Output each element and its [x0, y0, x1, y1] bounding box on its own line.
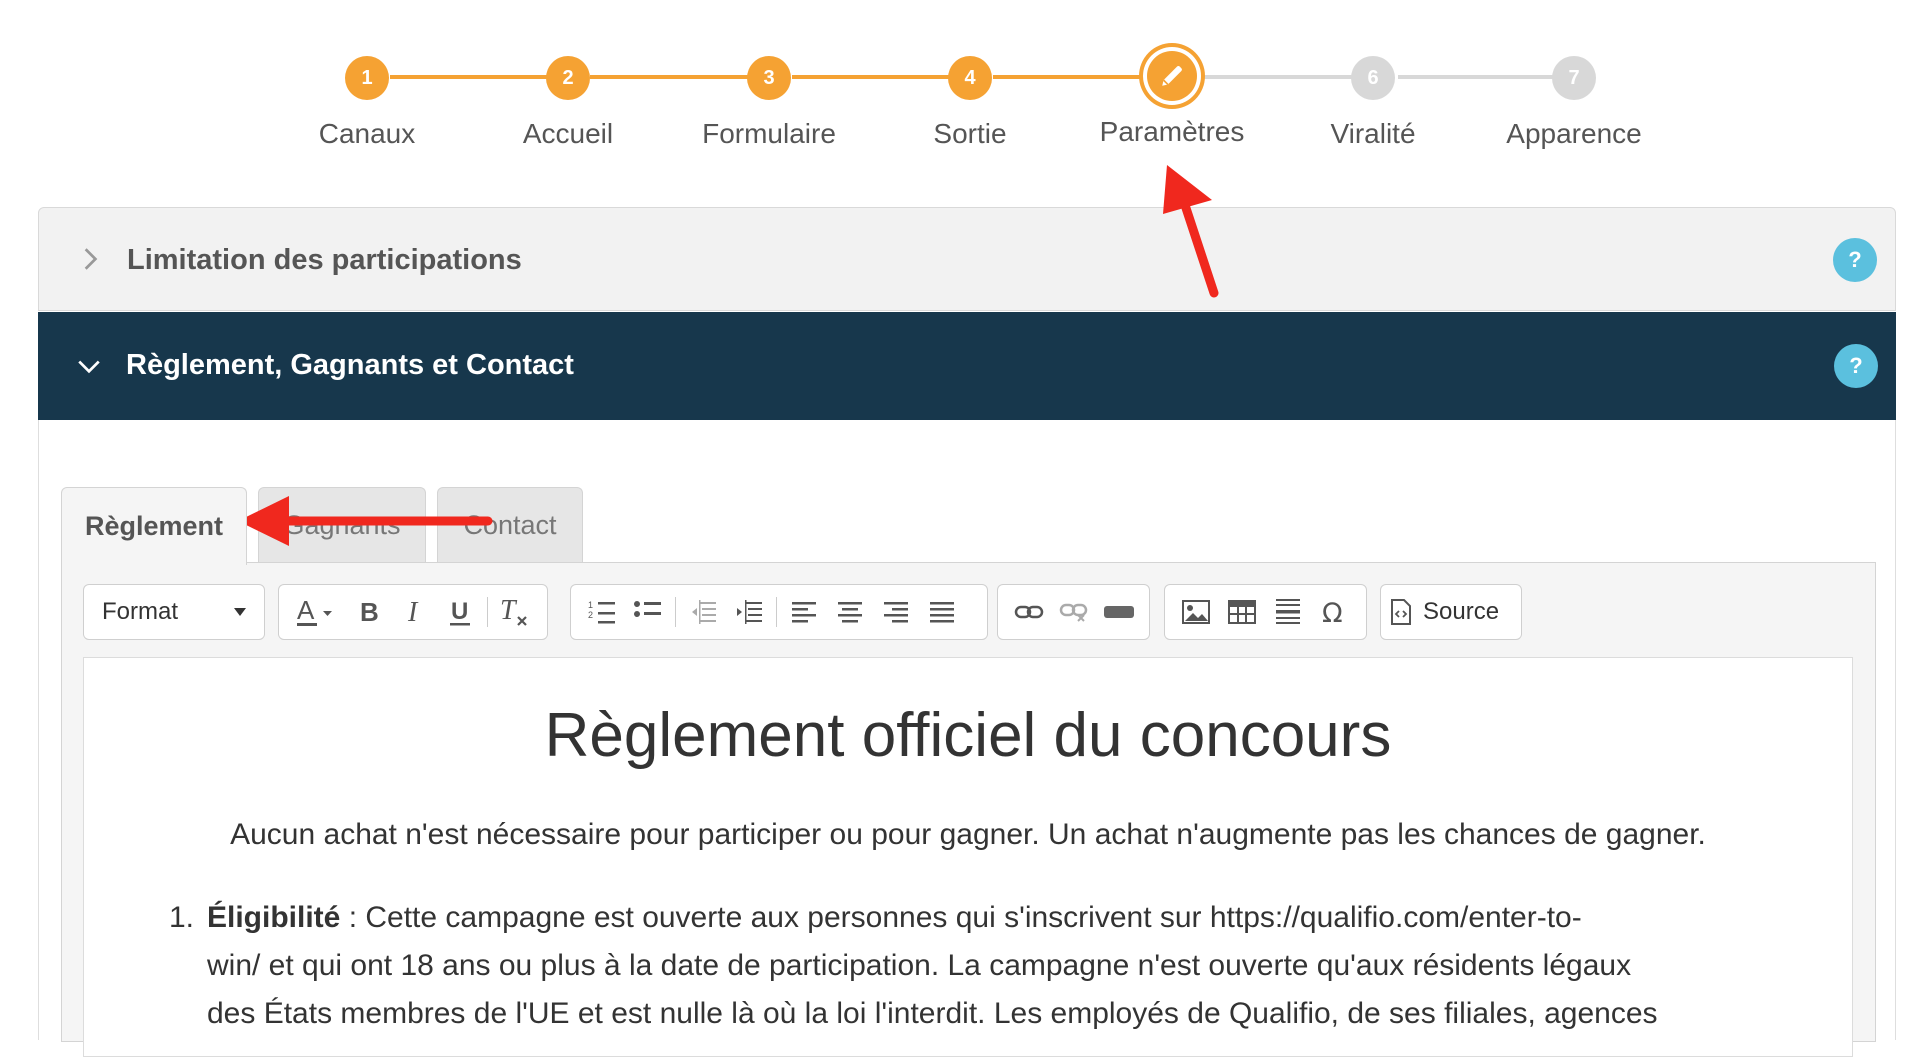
paragraph-toolbar: 12: [570, 584, 988, 640]
outdent-icon[interactable]: [680, 590, 726, 634]
unlink-icon[interactable]: [1051, 590, 1096, 634]
caret-down-icon: [234, 608, 246, 616]
step-label: Apparence: [1506, 118, 1642, 149]
numbered-list-icon[interactable]: 12: [579, 590, 625, 634]
chevron-right-icon: [84, 248, 98, 270]
list-text-line: : Cette campagne est ouverte aux personn…: [340, 901, 1582, 934]
step-viralite[interactable]: 6 Viralité: [1273, 56, 1473, 150]
step-accueil[interactable]: 2 Accueil: [468, 56, 668, 150]
list-text-line: des États membres de l'UE et est nulle l…: [207, 997, 1658, 1030]
chevron-down-icon: [78, 360, 100, 374]
toolbar-separator: [776, 597, 777, 627]
special-character-icon[interactable]: Ω: [1311, 590, 1357, 634]
step-number: 1: [345, 56, 389, 100]
underline-icon[interactable]: U: [437, 590, 483, 634]
svg-text:Ω: Ω: [1322, 598, 1343, 627]
image-icon[interactable]: [1173, 590, 1219, 634]
step-label: Canaux: [318, 118, 416, 149]
list-heading: Éligibilité: [207, 901, 341, 934]
svg-text:2: 2: [588, 610, 593, 620]
panel-reglement-header[interactable]: Règlement, Gagnants et Contact ?: [38, 312, 1896, 420]
horizontal-rule-icon[interactable]: [1265, 590, 1311, 634]
document-intro: Aucun achat n'est nécessaire pour partic…: [230, 818, 1706, 851]
align-right-icon[interactable]: [873, 590, 919, 634]
panel-title: Limitation des participations: [127, 244, 522, 276]
svg-text:A: A: [297, 595, 315, 625]
step-sortie[interactable]: 4 Sortie: [870, 56, 1070, 150]
indent-icon[interactable]: [726, 590, 772, 634]
bulleted-list-icon[interactable]: [625, 590, 671, 634]
step-label: Formulaire: [702, 118, 836, 149]
tab-reglement[interactable]: Règlement: [61, 487, 247, 565]
step-parametres[interactable]: Paramètres: [1072, 51, 1272, 148]
svg-text:U: U: [451, 598, 468, 625]
toolbar-separator: [487, 597, 488, 627]
step-number: 3: [747, 56, 791, 100]
list-item: 1. Éligibilité : Cette campagne est ouve…: [169, 894, 1789, 1038]
step-number: 4: [948, 56, 992, 100]
progress-stepper: 1 Canaux 2 Accueil 3 Formulaire 4 Sortie…: [0, 0, 1932, 160]
text-style-toolbar: A B I U T: [278, 584, 548, 640]
step-label: Sortie: [933, 118, 1007, 149]
anchor-icon[interactable]: [1096, 590, 1141, 634]
step-number: 2: [546, 56, 590, 100]
step-canaux[interactable]: 1 Canaux: [267, 56, 467, 150]
italic-icon[interactable]: I: [391, 590, 437, 634]
source-code-icon: [1391, 599, 1411, 625]
remove-format-icon[interactable]: T: [492, 590, 538, 634]
list-text-line: win/ et qui ont 18 ans ou plus à la date…: [207, 949, 1632, 982]
step-label: Accueil: [522, 118, 614, 149]
list-number: 1.: [169, 901, 195, 934]
panel-limitation-header[interactable]: Limitation des participations ?: [38, 207, 1896, 311]
document-title: Règlement officiel du concours: [544, 701, 1392, 770]
link-icon[interactable]: [1006, 590, 1051, 634]
text-color-icon[interactable]: A: [287, 590, 345, 634]
help-icon[interactable]: ?: [1834, 344, 1878, 388]
help-icon[interactable]: ?: [1833, 238, 1877, 282]
svg-text:I: I: [407, 597, 419, 627]
source-button[interactable]: Source: [1380, 584, 1522, 640]
bold-icon[interactable]: B: [345, 590, 391, 634]
step-label: Viralité: [1330, 118, 1416, 149]
step-label: Paramètres: [1099, 116, 1245, 147]
table-icon[interactable]: [1219, 590, 1265, 634]
format-dropdown[interactable]: Format: [83, 584, 265, 640]
editor-content[interactable]: Règlement officiel du concours Aucun ach…: [83, 657, 1853, 1057]
step-number: 7: [1552, 56, 1596, 100]
svg-text:1: 1: [588, 600, 593, 610]
svg-text:B: B: [360, 597, 379, 627]
pencil-icon: [1147, 51, 1197, 101]
align-justify-icon[interactable]: [919, 590, 965, 634]
link-toolbar: [997, 584, 1150, 640]
step-number: 6: [1351, 56, 1395, 100]
insert-toolbar: Ω: [1164, 584, 1367, 640]
step-apparence[interactable]: 7 Apparence: [1474, 56, 1674, 150]
align-center-icon[interactable]: [827, 590, 873, 634]
svg-text:T: T: [500, 595, 518, 626]
step-formulaire[interactable]: 3 Formulaire: [669, 56, 869, 150]
panel-title: Règlement, Gagnants et Contact: [126, 349, 574, 381]
tab-contact[interactable]: Contact: [437, 487, 583, 563]
tab-gagnants[interactable]: Gagnants: [258, 487, 426, 563]
align-left-icon[interactable]: [781, 590, 827, 634]
format-label: Format: [102, 598, 179, 625]
toolbar-separator: [675, 597, 676, 627]
source-label: Source: [1423, 598, 1500, 625]
